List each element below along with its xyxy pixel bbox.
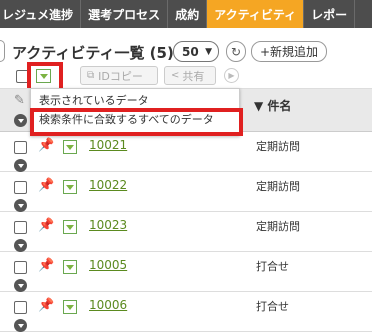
row-menu-dropdown[interactable] bbox=[63, 180, 77, 194]
row-checkbox[interactable] bbox=[14, 301, 27, 314]
row-expand-icon[interactable] bbox=[14, 199, 27, 212]
share-label: 共有 bbox=[182, 69, 205, 83]
pin-column-icon: ✎ bbox=[14, 93, 25, 108]
tab-activity[interactable]: アクティビティ bbox=[207, 0, 305, 28]
row-expand-icon[interactable] bbox=[14, 319, 27, 332]
row-id-link[interactable]: 10022 bbox=[89, 178, 127, 192]
tab-reports[interactable]: レポー bbox=[304, 0, 356, 28]
tab-selection-process[interactable]: 選考プロセス bbox=[81, 0, 169, 28]
caret-down-icon bbox=[66, 264, 74, 270]
row-menu-dropdown[interactable] bbox=[63, 140, 77, 154]
tab-resume-progress[interactable]: レジュメ進捗 bbox=[0, 0, 82, 28]
table-row: 📌 10006 打合せ bbox=[0, 292, 372, 332]
per-page-value: 50 bbox=[182, 44, 199, 59]
side-panel-handle[interactable] bbox=[0, 40, 5, 62]
row-id-link[interactable]: 10006 bbox=[89, 298, 127, 312]
row-name: 定期訪問 bbox=[256, 180, 300, 193]
row-menu-dropdown[interactable] bbox=[63, 300, 77, 314]
caret-down-icon bbox=[66, 144, 74, 150]
caret-down-icon bbox=[66, 304, 74, 310]
caret-down-icon bbox=[66, 184, 74, 190]
row-id-link[interactable]: 10021 bbox=[89, 138, 127, 152]
share-button[interactable]: < 共有 bbox=[164, 66, 216, 85]
row-checkbox[interactable] bbox=[14, 181, 27, 194]
chevron-down-icon: ▼ bbox=[205, 46, 212, 57]
row-id-link[interactable]: 10005 bbox=[89, 258, 127, 272]
pin-icon[interactable]: 📌 bbox=[38, 178, 54, 193]
pin-icon[interactable]: 📌 bbox=[38, 218, 54, 233]
row-menu-dropdown[interactable] bbox=[63, 220, 77, 234]
top-nav: レジュメ進捗 選考プロセス 成約 アクティビティ レポー bbox=[0, 0, 372, 28]
pin-icon[interactable]: 📌 bbox=[38, 258, 54, 273]
row-name: 打合せ bbox=[256, 260, 289, 273]
table-row: 📌 10005 打合せ bbox=[0, 252, 372, 292]
column-header-name[interactable]: ▼ 件名 bbox=[254, 97, 291, 114]
share-icon: < bbox=[171, 70, 180, 81]
column-options-icon[interactable] bbox=[14, 114, 27, 127]
refresh-button[interactable]: ↻ bbox=[226, 41, 246, 62]
row-checkbox[interactable] bbox=[14, 221, 27, 234]
refresh-icon: ↻ bbox=[230, 44, 242, 59]
row-name: 打合せ bbox=[256, 300, 289, 313]
pin-icon[interactable]: 📌 bbox=[38, 298, 54, 313]
row-id-link[interactable]: 10023 bbox=[89, 218, 127, 232]
highlight-box-menu-item bbox=[30, 108, 243, 136]
row-name: 定期訪問 bbox=[256, 220, 300, 233]
menu-item-visible-data[interactable]: 表示されているデータ bbox=[39, 92, 149, 108]
row-checkbox[interactable] bbox=[14, 261, 27, 274]
row-expand-icon[interactable] bbox=[14, 239, 27, 252]
row-checkbox[interactable] bbox=[14, 141, 27, 154]
row-expand-icon[interactable] bbox=[14, 279, 27, 292]
per-page-select[interactable]: 50 ▼ bbox=[173, 41, 219, 62]
column-header-name-label: 件名 bbox=[267, 99, 292, 113]
table-row: 📌 10021 定期訪問 bbox=[0, 132, 372, 172]
table-row: 📌 10022 定期訪問 bbox=[0, 172, 372, 212]
caret-down-icon bbox=[66, 224, 74, 230]
add-new-button[interactable]: +新規追加 bbox=[251, 41, 327, 62]
id-copy-label: IDコピー bbox=[98, 69, 143, 83]
pin-icon[interactable]: 📌 bbox=[38, 138, 54, 153]
page-title: アクティビティ一覧 (5) bbox=[12, 44, 174, 62]
tab-contracts[interactable]: 成約 bbox=[168, 0, 208, 28]
copy-icon: ⧉ bbox=[87, 70, 95, 81]
table-row: 📌 10023 定期訪問 bbox=[0, 212, 372, 252]
row-expand-icon[interactable] bbox=[14, 159, 27, 172]
row-name: 定期訪問 bbox=[256, 140, 300, 153]
row-menu-dropdown[interactable] bbox=[63, 260, 77, 274]
more-options-icon[interactable]: ▶ bbox=[224, 68, 239, 83]
id-copy-button[interactable]: ⧉ IDコピー bbox=[80, 66, 158, 85]
